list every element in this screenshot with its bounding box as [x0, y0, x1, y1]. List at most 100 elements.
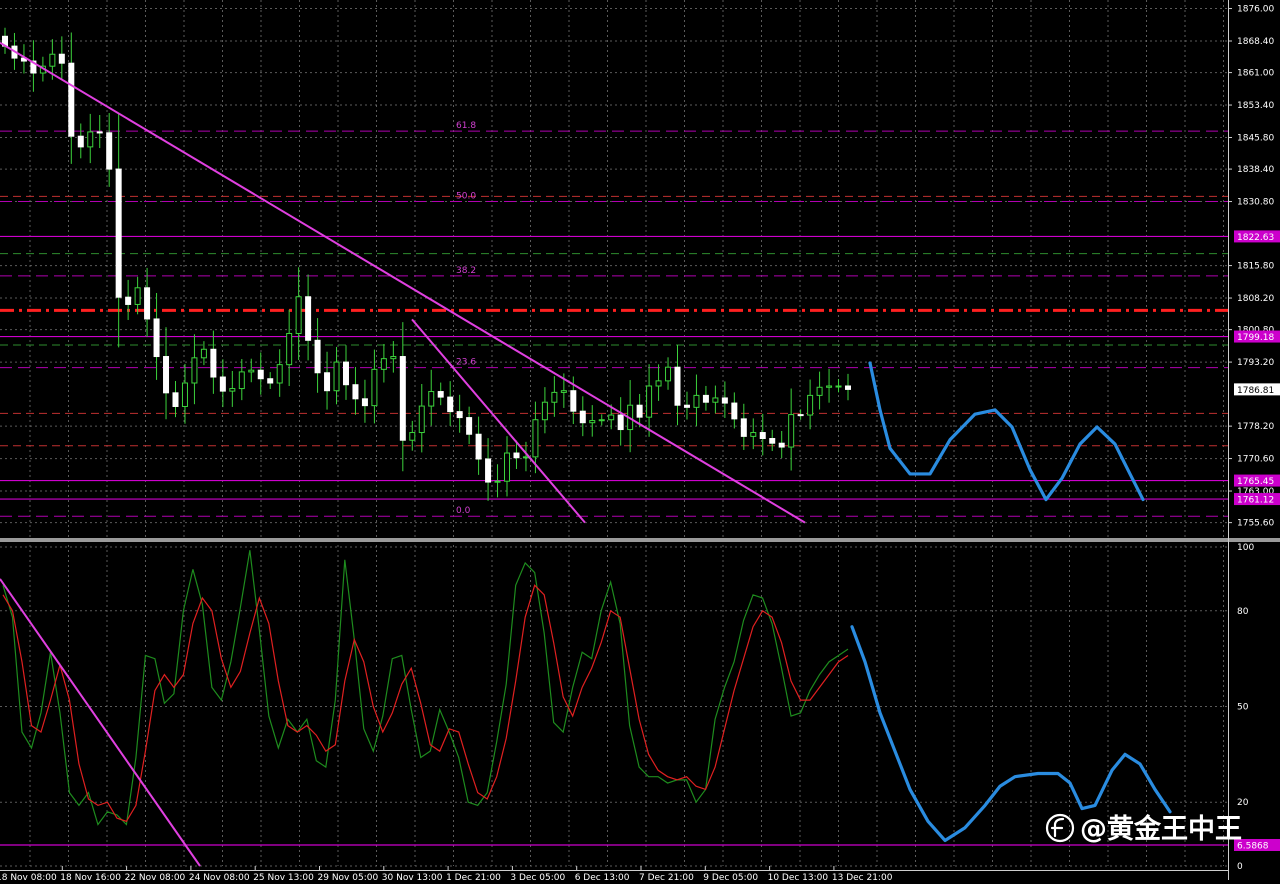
candle-body	[106, 132, 113, 170]
candle	[494, 464, 501, 498]
candle-body	[807, 394, 814, 416]
candle-body	[399, 356, 406, 441]
candle	[248, 358, 255, 383]
candle-body	[769, 438, 776, 444]
candle-body	[826, 385, 833, 388]
candle-body	[276, 364, 283, 384]
watermark-text: @黄金王中王	[1080, 813, 1242, 845]
time-axis-label: 9 Dec 05:00	[703, 873, 758, 880]
candle-body	[77, 135, 84, 148]
candle-body	[333, 361, 340, 392]
oscillator-series-line	[2, 584, 849, 823]
candle-body	[617, 414, 624, 431]
price-axis-tick-label: 1868.40	[1237, 37, 1274, 47]
grid-lines	[0, 0, 1228, 867]
candle	[115, 113, 122, 348]
candle-body	[608, 414, 615, 421]
candle	[466, 406, 473, 445]
candle-body	[778, 442, 785, 448]
candle	[210, 330, 217, 394]
candle-body	[219, 376, 226, 392]
candle	[740, 403, 747, 450]
price-axis-tick-label: 1853.40	[1237, 101, 1274, 111]
candle-body	[674, 366, 681, 406]
candle	[352, 366, 359, 415]
candle	[683, 391, 690, 420]
price-marker-label: 1761.12	[1237, 496, 1274, 506]
candle-body	[683, 404, 690, 408]
candle	[286, 309, 293, 386]
oscillator-axis-tick-label: 80	[1237, 607, 1249, 617]
candle	[551, 376, 558, 417]
time-axis-label: 18 Nov 08:00	[0, 873, 57, 880]
candle-body	[731, 402, 738, 420]
candle	[77, 123, 84, 159]
time-axis-label: 29 Nov 05:00	[318, 873, 379, 880]
candle-body	[144, 287, 151, 320]
candle	[219, 359, 226, 408]
time-axis-label: 24 Nov 08:00	[189, 873, 250, 880]
candle-body	[598, 419, 605, 422]
price-axis-tick-label: 1815.80	[1237, 262, 1274, 272]
candle	[437, 382, 444, 406]
candle-body	[96, 131, 103, 134]
candle	[276, 349, 283, 397]
candle	[456, 394, 463, 433]
candle-body	[163, 356, 170, 394]
oscillator-forecast-path	[850, 625, 1172, 843]
candle-body	[816, 386, 823, 396]
candle	[295, 267, 302, 361]
candle-body	[485, 458, 492, 483]
candle-body	[494, 480, 501, 483]
price-trendline	[411, 318, 586, 524]
time-axis-label: 25 Nov 13:00	[253, 873, 314, 880]
candle-body	[589, 420, 596, 424]
candle-body	[788, 414, 795, 448]
watermark: @黄金王中王	[1045, 813, 1242, 845]
panel-separator	[0, 538, 1280, 542]
candle	[163, 327, 170, 420]
candle-body	[409, 432, 416, 441]
candle-body	[504, 452, 511, 482]
candle-body	[172, 392, 179, 407]
candle-body	[532, 419, 539, 458]
candle-body	[456, 411, 463, 419]
candle	[769, 429, 776, 452]
oscillator-trendline	[0, 578, 201, 867]
candle	[579, 396, 586, 437]
candle-body	[721, 397, 728, 404]
chart-root: 61.8 50.0 38.2 23.6 0.0 1876.00 1868.40 1861.00…	[0, 0, 1280, 883]
chart-canvas: 61.8 50.0 38.2 23.6 0.0 1876.00 1868.40 1861.00…	[0, 0, 1280, 883]
candle	[361, 379, 368, 423]
candle	[153, 292, 160, 380]
candle	[627, 380, 634, 453]
candle	[702, 385, 709, 411]
candle-body	[58, 53, 65, 64]
candle-body	[560, 390, 567, 393]
candle	[172, 380, 179, 418]
candle-body	[267, 378, 274, 384]
candles	[2, 27, 851, 501]
candle	[797, 409, 804, 420]
time-axis-label: 18 Nov 16:00	[60, 873, 121, 880]
candle	[788, 388, 795, 471]
candle-body	[437, 391, 444, 398]
fib-level-label: 0.0	[456, 506, 471, 516]
candle-body	[305, 296, 312, 341]
candle	[750, 418, 757, 450]
candle	[418, 383, 425, 453]
candle-body	[466, 417, 473, 435]
candle-body	[324, 372, 331, 392]
candle-body	[181, 382, 188, 407]
candle-body	[447, 396, 454, 413]
fib-level-label: 61.8	[456, 121, 476, 131]
candle-body	[418, 405, 425, 434]
candle-body	[153, 318, 160, 358]
candle-body	[210, 348, 217, 378]
candle-body	[200, 348, 207, 359]
candle-body	[361, 398, 368, 407]
candle	[68, 32, 75, 164]
fib-level-label: 38.2	[456, 266, 476, 276]
candle-body	[87, 131, 94, 148]
candle	[305, 274, 312, 361]
